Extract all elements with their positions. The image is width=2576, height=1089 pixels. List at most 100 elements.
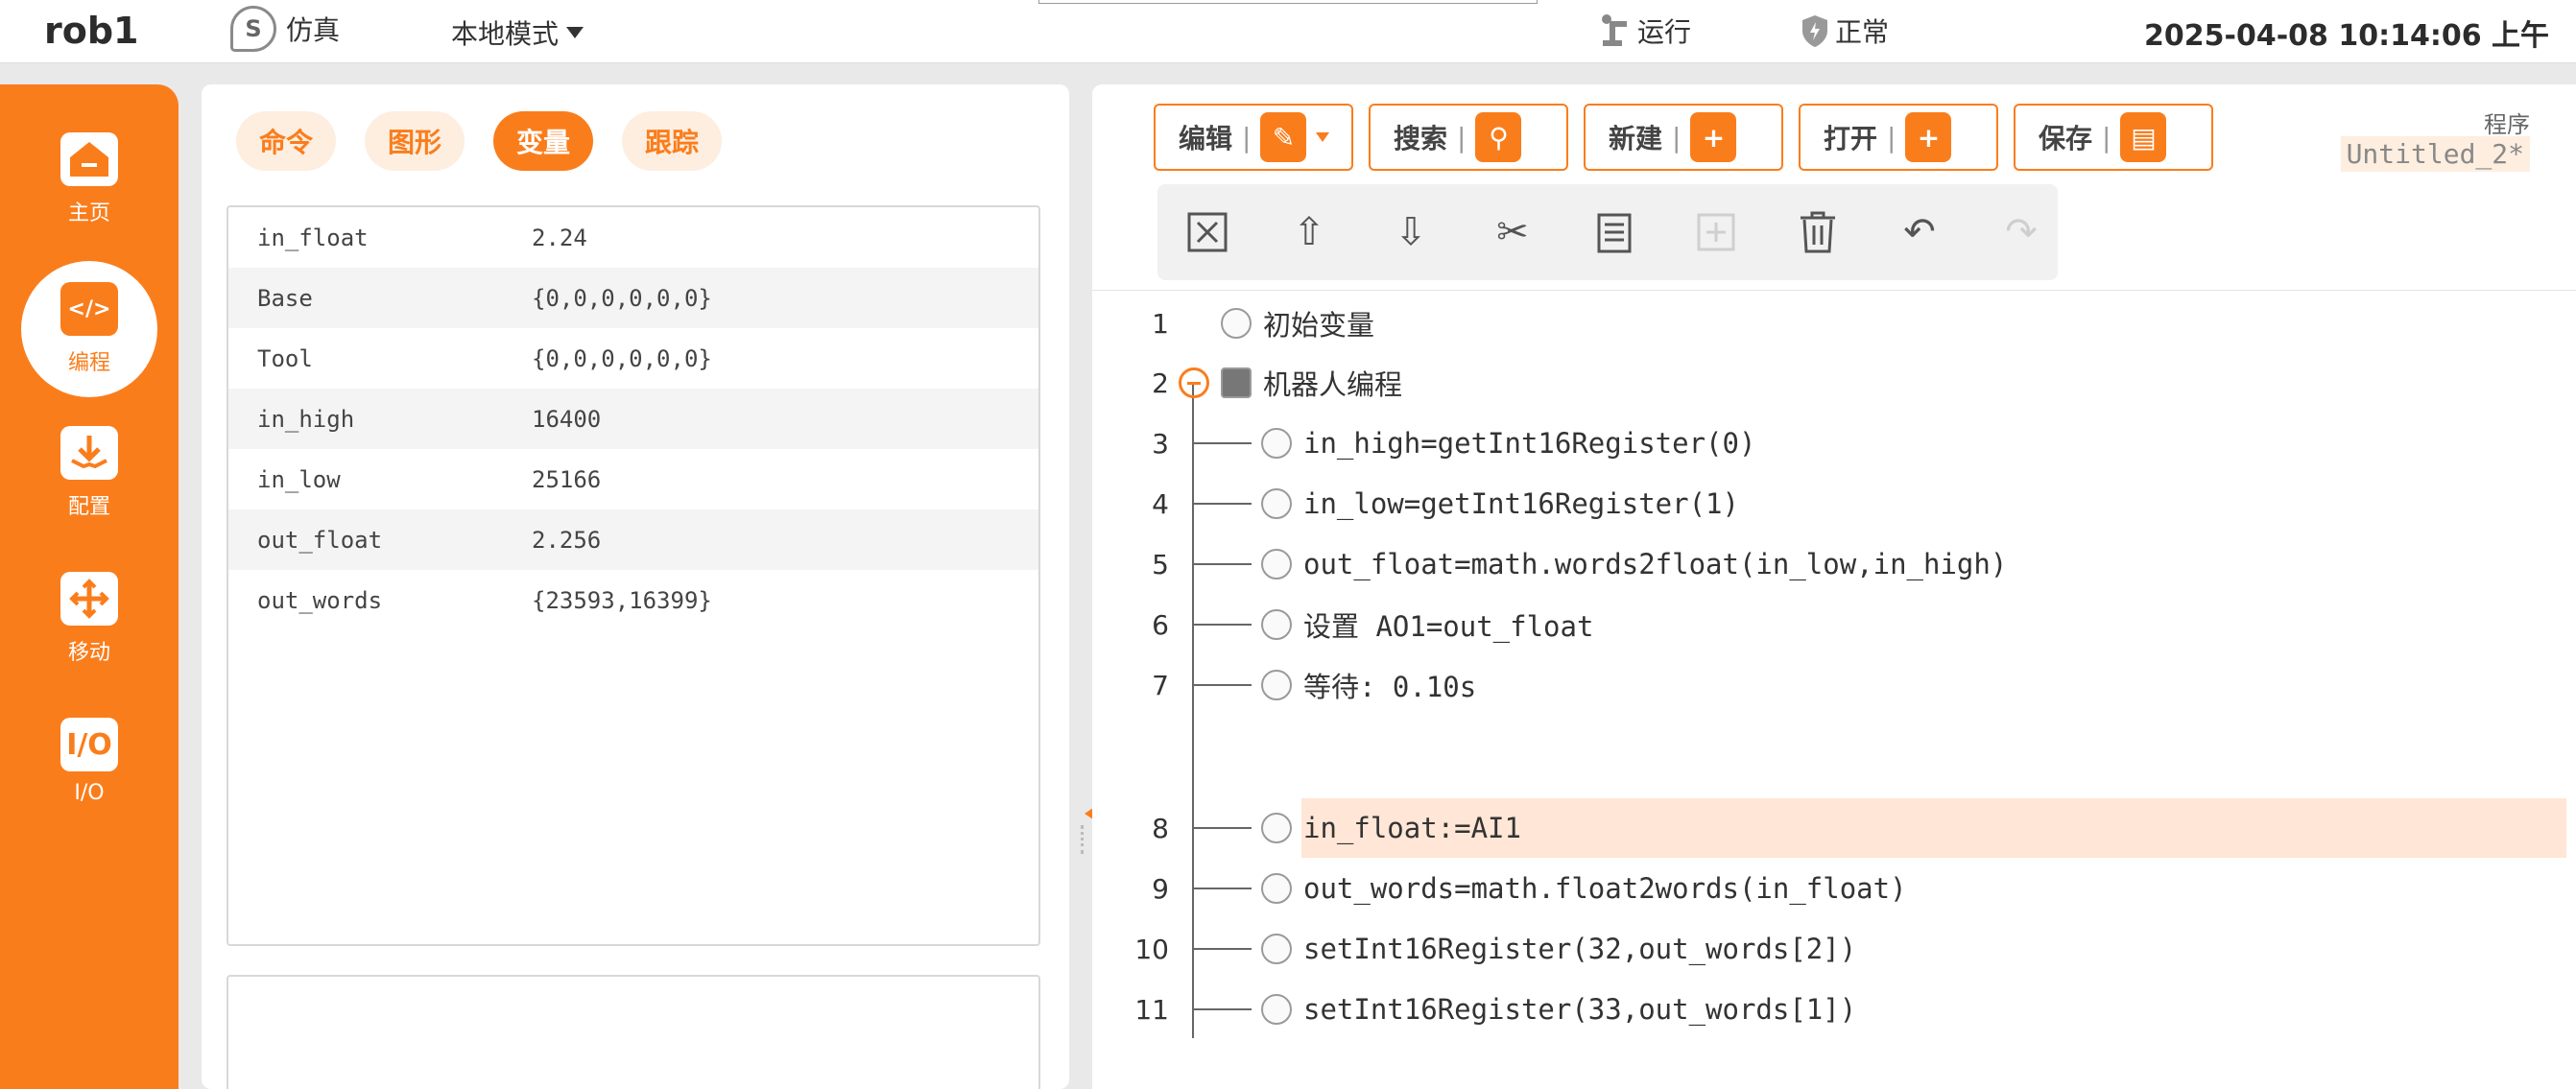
settings-icon xyxy=(1261,609,1292,640)
table-row[interactable]: out_words {23593,16399} xyxy=(228,570,1038,630)
move-icon xyxy=(60,572,118,626)
line-number: 11 xyxy=(1134,993,1169,1026)
download-icon xyxy=(60,426,118,480)
tab-trace[interactable]: 跟踪 xyxy=(622,111,723,171)
redo-icon[interactable]: ↷ xyxy=(1998,207,2044,257)
line-number: 4 xyxy=(1152,487,1169,520)
trash-icon[interactable] xyxy=(1795,207,1841,257)
code-line[interactable]: 7 等待: 0.10s xyxy=(1092,655,2576,715)
code-line[interactable]: 2 机器人编程 xyxy=(1092,353,2576,413)
caret-down-icon xyxy=(1316,132,1330,142)
run-label: 运行 xyxy=(1637,16,1692,48)
table-row[interactable]: in_high 16400 xyxy=(228,389,1038,449)
code-text: 等待: 0.10s xyxy=(1303,671,1477,703)
code-text: 设置 AO1=out_float xyxy=(1303,610,1594,643)
sidebar-item-config[interactable]: 配置 xyxy=(0,426,179,520)
script-icon xyxy=(1261,934,1292,964)
copy-icon[interactable] xyxy=(1591,207,1637,257)
system-status: 正常 xyxy=(1801,12,1889,50)
line-number: 6 xyxy=(1152,608,1169,641)
status-label: 正常 xyxy=(1835,16,1890,48)
sidebar-item-label: 配置 xyxy=(67,495,110,519)
table-row[interactable]: Base {0,0,0,0,0,0} xyxy=(228,268,1038,328)
code-line[interactable]: 6 设置 AO1=out_float xyxy=(1092,595,2576,654)
program-name: Untitled_2* xyxy=(2340,136,2530,172)
code-text: setInt16Register(32,out_words[2]) xyxy=(1303,933,1857,965)
io-icon: I/O xyxy=(60,718,118,771)
code-line[interactable]: 10 setInt16Register(32,out_words[2]) xyxy=(1092,919,2576,979)
variable-value: {23593,16399} xyxy=(532,586,712,614)
move-up-icon[interactable]: ⇧ xyxy=(1286,207,1332,257)
new-button[interactable]: 新建 | + xyxy=(1584,104,1783,171)
code-text: in_low=getInt16Register(1) xyxy=(1303,487,1739,520)
tab-variables[interactable]: 变量 xyxy=(493,111,594,171)
sidebar-item-programming[interactable]: </> 编程 xyxy=(21,261,157,397)
sidebar-item-move[interactable]: 移动 xyxy=(0,572,179,666)
program-panel: 编辑 | ✎ 搜索 | ⚲ 新建 | + 打开 | + 保存 | ▤ 程序 Untitle… xyxy=(1092,84,2576,1089)
table-row[interactable]: out_float 2.256 xyxy=(228,509,1038,570)
code-line[interactable]: 9 out_words=math.float2words(in_float) xyxy=(1092,859,2576,918)
line-number: 10 xyxy=(1134,933,1169,965)
move-down-icon[interactable]: ⇩ xyxy=(1388,207,1434,257)
splitter-handle[interactable] xyxy=(1081,825,1085,854)
edit-toolbar: ⇧ ⇩ ✂ ↶ ↷ xyxy=(1157,184,2058,280)
tab-graphics[interactable]: 图形 xyxy=(365,111,465,171)
tree-branch xyxy=(1192,624,1252,626)
simulation-label: 仿真 xyxy=(286,14,341,46)
mode-dropdown[interactable]: 本地模式 xyxy=(451,13,584,52)
code-text: setInt16Register(33,out_words[1]) xyxy=(1303,993,1857,1026)
simulation-indicator[interactable]: S 仿真 xyxy=(230,6,340,52)
sidebar: 主页 </> 编程 配置 移动 I/O I/O xyxy=(0,84,179,1089)
undo-icon[interactable]: ↶ xyxy=(1896,207,1943,257)
script-icon xyxy=(1261,994,1292,1025)
search-label: 搜索 xyxy=(1394,123,1448,154)
top-center-tab xyxy=(1038,0,1538,4)
divider xyxy=(1092,290,2576,291)
cut-icon[interactable]: ✂ xyxy=(1490,207,1536,257)
sidebar-item-label: 编程 xyxy=(67,351,110,375)
line-number: 3 xyxy=(1152,427,1169,460)
new-label: 新建 xyxy=(1609,123,1663,154)
sidebar-item-label: I/O xyxy=(74,781,105,805)
tree-branch xyxy=(1192,503,1252,505)
run-status[interactable]: 运行 xyxy=(1599,12,1691,50)
code-line[interactable]: 5 out_float=math.words2float(in_low,in_h… xyxy=(1092,534,2576,594)
code-line[interactable]: 3 in_high=getInt16Register(0) xyxy=(1092,414,2576,473)
search-button[interactable]: 搜索 | ⚲ xyxy=(1369,104,1568,171)
variable-detail-box xyxy=(227,975,1040,1089)
line-number: 8 xyxy=(1152,812,1169,844)
code-line[interactable]: 11 setInt16Register(33,out_words[1]) xyxy=(1092,980,2576,1039)
edit-button[interactable]: 编辑 | ✎ xyxy=(1154,104,1353,171)
tree-branch xyxy=(1192,827,1252,829)
table-row[interactable]: in_float 2.24 xyxy=(228,207,1038,268)
code-line[interactable]: 4 in_low=getInt16Register(1) xyxy=(1092,474,2576,533)
tree-branch xyxy=(1192,1008,1252,1010)
sidebar-item-home[interactable]: 主页 xyxy=(0,132,179,226)
panel-tabs: 命令 图形 变量 跟踪 xyxy=(236,111,723,171)
code-text: 机器人编程 xyxy=(1263,368,1403,401)
line-number: 5 xyxy=(1152,548,1169,580)
save-button[interactable]: 保存 | ▤ xyxy=(2014,104,2213,171)
tab-commands[interactable]: 命令 xyxy=(236,111,337,171)
save-label: 保存 xyxy=(2039,123,2093,154)
variable-value: 16400 xyxy=(532,405,602,433)
paste-icon[interactable] xyxy=(1693,207,1739,257)
collapse-icon[interactable] xyxy=(1179,367,1209,398)
sidebar-item-io[interactable]: I/O I/O xyxy=(0,718,179,805)
open-button[interactable]: 打开 | + xyxy=(1799,104,1998,171)
code-line[interactable]: 1 初始变量 xyxy=(1092,294,2576,353)
line-number: 7 xyxy=(1152,669,1169,701)
code-text: 初始变量 xyxy=(1263,309,1375,342)
code-line-selected[interactable]: 8 in_float:=AI1 xyxy=(1092,798,2576,858)
simulation-icon: S xyxy=(230,6,276,52)
edit-label: 编辑 xyxy=(1179,123,1233,154)
table-row[interactable]: in_low 25166 xyxy=(228,449,1038,509)
init-icon xyxy=(1221,308,1252,339)
line-number: 9 xyxy=(1152,872,1169,905)
code-text: in_float:=AI1 xyxy=(1303,812,1521,844)
variable-value: {0,0,0,0,0,0} xyxy=(532,344,712,372)
table-row[interactable]: Tool {0,0,0,0,0,0} xyxy=(228,328,1038,389)
variables-table: in_float 2.24 Base {0,0,0,0,0,0} Tool {0,0,… xyxy=(227,205,1040,946)
delete-box-icon[interactable] xyxy=(1184,207,1230,257)
code-text: in_high=getInt16Register(0) xyxy=(1303,427,1756,460)
